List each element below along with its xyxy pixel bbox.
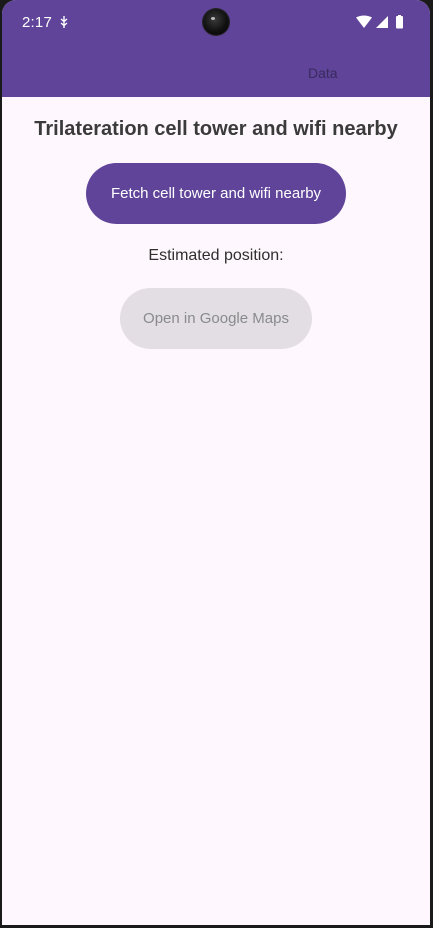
tab-data[interactable]: Data (308, 65, 338, 81)
open-google-maps-button[interactable]: Open in Google Maps (120, 288, 312, 349)
status-time: 2:17 (22, 14, 52, 31)
phone-screen: 2:17 Data Trilateration cell tower and w… (2, 0, 430, 925)
fetch-nearby-button[interactable]: Fetch cell tower and wifi nearby (86, 163, 346, 224)
usb-debug-icon (60, 16, 68, 28)
status-icons (356, 15, 403, 29)
page-title: Trilateration cell tower and wifi nearby (34, 118, 398, 140)
cell-signal-icon (376, 16, 388, 28)
app-bar: 2:17 Data (2, 0, 430, 97)
estimated-position-label: Estimated position: (148, 247, 284, 264)
battery-icon (396, 15, 403, 29)
wifi-icon (356, 15, 372, 28)
front-camera (203, 9, 229, 35)
